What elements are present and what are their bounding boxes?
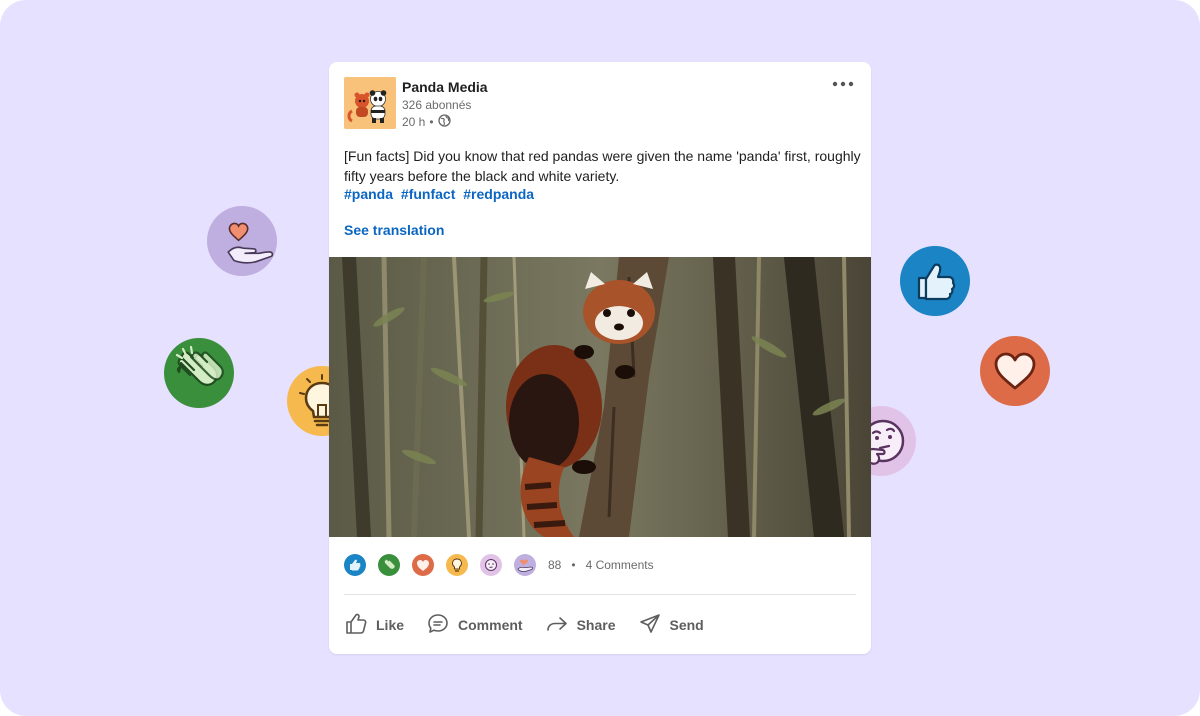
reaction-count[interactable]: 88: [548, 558, 561, 572]
curious-icon: [480, 554, 502, 576]
hashtag-link[interactable]: #funfact: [401, 186, 455, 202]
post-timestamp: 20 h •: [402, 114, 451, 130]
post-time: 20 h: [402, 115, 426, 129]
comment-button[interactable]: Comment: [426, 612, 523, 639]
author-name[interactable]: Panda Media: [402, 79, 488, 95]
love-icon: [412, 554, 434, 576]
support-floating-icon: [207, 206, 277, 276]
thumbs-up-icon: [344, 612, 368, 639]
hashtag-link[interactable]: #panda: [344, 186, 393, 202]
insightful-icon: [446, 554, 468, 576]
hashtag-link[interactable]: #redpanda: [463, 186, 534, 202]
support-icon: [514, 554, 536, 576]
post-card: Panda Media 326 abonnés 20 h • [Fun fact…: [329, 62, 871, 654]
like-button[interactable]: Like: [344, 612, 404, 639]
post-body-text: [Fun facts] Did you know that red pandas…: [344, 148, 861, 184]
celebrate-floating-icon: [164, 338, 234, 408]
background-stage: Panda Media 326 abonnés 20 h • [Fun fact…: [0, 0, 1200, 716]
actions-divider: [344, 594, 856, 595]
share-button[interactable]: Share: [545, 612, 616, 639]
comment-label: Comment: [458, 617, 523, 633]
time-separator: •: [429, 115, 434, 129]
share-label: Share: [576, 617, 616, 633]
send-button[interactable]: Send: [638, 612, 704, 639]
comments-count-link[interactable]: 4 Comments: [586, 558, 654, 572]
hashtag-list: #panda #funfact #redpanda: [344, 186, 538, 202]
send-icon: [638, 612, 662, 639]
reactions-summary[interactable]: 88 • 4 Comments: [344, 552, 654, 578]
globe-icon: [437, 114, 451, 130]
see-translation-link[interactable]: See translation: [344, 222, 444, 238]
like-icon: [344, 554, 366, 576]
author-avatar[interactable]: [344, 77, 396, 129]
love-floating-icon: [980, 336, 1050, 406]
comment-icon: [426, 612, 450, 639]
like-label: Like: [376, 617, 405, 633]
share-icon: [545, 612, 569, 639]
post-actions-bar: Like Comment Share Send: [344, 610, 726, 640]
post-photo[interactable]: [329, 242, 871, 552]
follower-count: 326 abonnés: [402, 98, 472, 112]
send-label: Send: [669, 617, 704, 633]
more-options-button[interactable]: [829, 72, 857, 96]
celebrate-icon: [378, 554, 400, 576]
reaction-separator: •: [571, 558, 576, 572]
like-floating-icon: [900, 246, 970, 316]
